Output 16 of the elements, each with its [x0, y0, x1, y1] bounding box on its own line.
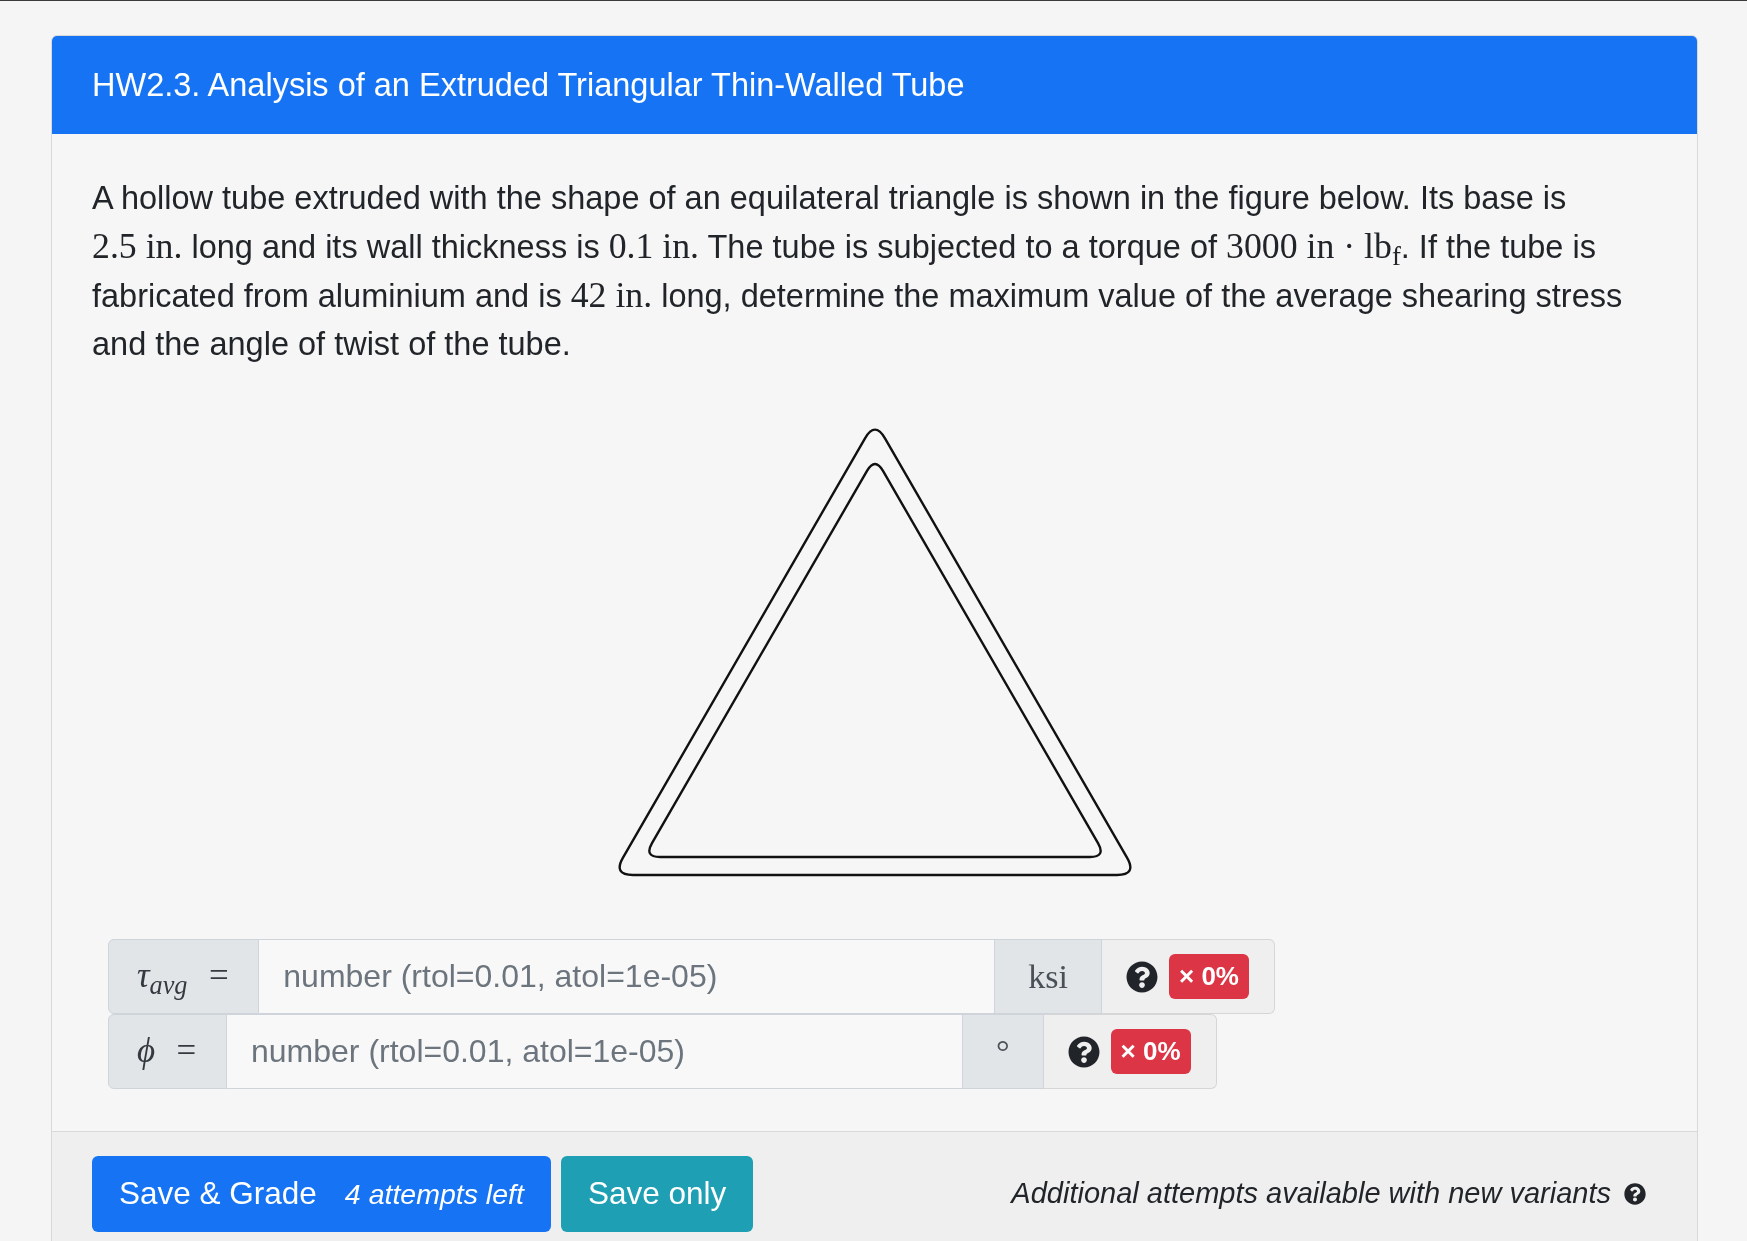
score-badge: × 0% — [1169, 954, 1249, 999]
save-and-grade-button[interactable]: Save & Grade 4 attempts left — [92, 1156, 551, 1232]
problem-title: HW2.3. Analysis of an Extruded Triangular Thin-Walled Tube — [92, 65, 965, 105]
attempts-note: Additional attempts available with new variants — [1011, 1176, 1611, 1212]
variable-label: τ$_{avg}$ = — [108, 939, 260, 1014]
unit-label: ksi — [994, 939, 1102, 1014]
help-icon[interactable] — [1624, 1183, 1646, 1205]
save-only-button[interactable]: Save only — [560, 1156, 754, 1232]
problem-statement: A hollow tube extruded with the shape of an equilateral triangle is shown in the figure below. Its base is 2.5 in. long and its wall thickness is 0.1 in. The tube is subjected to a torque of 3000 in · lb$_{f}$. If the tube is fabricated from aluminium and is 42 in. long, determine the maximum value of the average shearing stress and the angle of twist of the tube. — [92, 179, 1624, 364]
help-icon[interactable] — [1126, 960, 1158, 993]
answer-input[interactable]: number (rtol=0.01, atol=1e-05) — [227, 1014, 962, 1089]
unit-label: ° — [962, 1014, 1044, 1089]
score-badge: × 0% — [1110, 1029, 1191, 1074]
answer-input[interactable]: number (rtol=0.01, atol=1e-05) — [259, 939, 995, 1014]
help-icon[interactable] — [1067, 1035, 1100, 1068]
variable-label: ϕ = — [108, 1014, 227, 1089]
